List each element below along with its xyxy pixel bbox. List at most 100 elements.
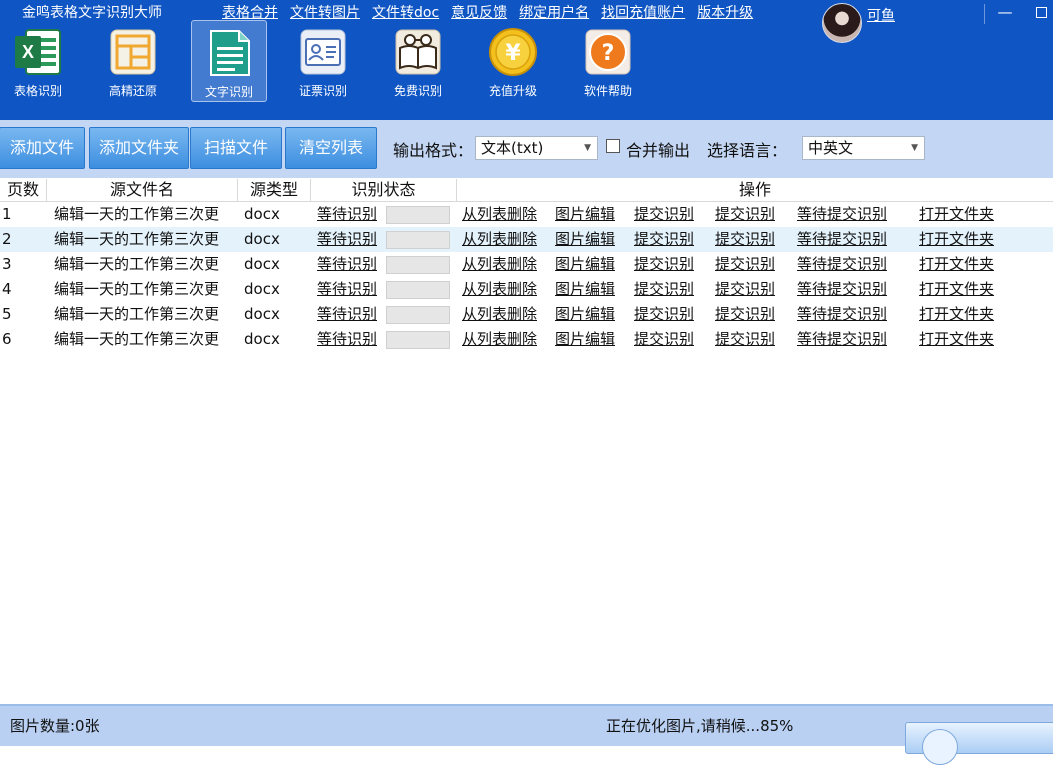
waiting-submit-link[interactable]: 等待提交识别 (797, 302, 887, 327)
language-label: 选择语言： (707, 141, 788, 160)
avatar[interactable] (822, 3, 862, 43)
row-status-link[interactable]: 等待识别 (317, 202, 385, 227)
tool-id-recognition[interactable]: 证票识别 (286, 20, 360, 100)
row-file-name: 编辑一天的工作第三次更 (54, 330, 220, 348)
add-folder-button[interactable]: 添加文件夹 (89, 127, 189, 169)
edit-image-link[interactable]: 图片编辑 (555, 327, 615, 352)
open-folder-link[interactable]: 打开文件夹 (919, 202, 994, 227)
tool-label: 高精还原 (108, 84, 157, 98)
edit-image-link[interactable]: 图片编辑 (555, 202, 615, 227)
tool-precise-restore[interactable]: 高精还原 (96, 20, 170, 100)
row-status-link[interactable]: 等待识别 (317, 277, 385, 302)
submit-recognition-link-2[interactable]: 提交识别 (715, 277, 775, 302)
submit-recognition-link-2[interactable]: 提交识别 (715, 252, 775, 277)
waiting-submit-link[interactable]: 等待提交识别 (797, 227, 887, 252)
row-page-number: 6 (2, 330, 12, 348)
add-file-button[interactable]: 添加文件 (0, 127, 85, 169)
submit-recognition-link-2[interactable]: 提交识别 (715, 202, 775, 227)
status-bar: 图片数量:0张 正在优化图片,请稍候...85% (0, 704, 1053, 765)
submit-recognition-link[interactable]: 提交识别 (634, 277, 694, 302)
link-recover-account[interactable]: 找回充值账户 (601, 2, 685, 22)
tool-label: 软件帮助 (583, 84, 632, 98)
submit-recognition-link-2[interactable]: 提交识别 (715, 327, 775, 352)
maximize-button[interactable] (1026, 0, 1053, 26)
row-progress-bar (386, 206, 450, 224)
submit-recognition-link[interactable]: 提交识别 (634, 252, 694, 277)
row-progress-bar (386, 306, 450, 324)
edit-image-link[interactable]: 图片编辑 (555, 302, 615, 327)
row-status-link[interactable]: 等待识别 (317, 252, 385, 277)
link-file-to-image[interactable]: 文件转图片 (290, 2, 360, 22)
remove-from-list-link[interactable]: 从列表删除 (462, 227, 537, 252)
row-file-name: 编辑一天的工作第三次更 (54, 255, 220, 273)
column-actions[interactable]: 操作 (457, 179, 1053, 201)
waiting-submit-link[interactable]: 等待提交识别 (797, 327, 887, 352)
edit-image-link[interactable]: 图片编辑 (555, 227, 615, 252)
row-status-link[interactable]: 等待识别 (317, 227, 385, 252)
tool-free-recognition[interactable]: 免费识别 (381, 20, 455, 100)
tool-software-help[interactable]: ? 软件帮助 (571, 20, 645, 100)
row-status-link[interactable]: 等待识别 (317, 302, 385, 327)
tool-text-recognition[interactable]: 文字识别 (191, 20, 267, 102)
column-page[interactable]: 页数 (0, 179, 47, 201)
maximize-icon (1035, 7, 1047, 18)
username-link[interactable]: 可鱼 (867, 5, 895, 25)
tool-recharge-upgrade[interactable]: ¥ 充值升级 (476, 20, 550, 100)
submit-recognition-link[interactable]: 提交识别 (634, 202, 694, 227)
open-folder-link[interactable]: 打开文件夹 (919, 277, 994, 302)
row-file-type: docx (244, 305, 280, 323)
merge-output-label: 合并输出 (626, 141, 691, 160)
link-upgrade-version[interactable]: 版本升级 (697, 2, 753, 22)
table-row[interactable]: 5 编辑一天的工作第三次更 docx 等待识别 从列表删除 图片编辑 提交识别 提交识别 等待提… (0, 302, 1053, 327)
submit-recognition-link[interactable]: 提交识别 (634, 327, 694, 352)
open-folder-link[interactable]: 打开文件夹 (919, 302, 994, 327)
merge-output-checkbox[interactable] (606, 139, 620, 153)
row-status-link[interactable]: 等待识别 (317, 327, 385, 352)
corner-knob (922, 729, 958, 765)
language-select[interactable]: 中英文 ▼ (802, 136, 925, 160)
window-divider (984, 4, 985, 24)
submit-recognition-link-2[interactable]: 提交识别 (715, 227, 775, 252)
link-feedback[interactable]: 意见反馈 (451, 2, 507, 22)
row-page-number: 2 (2, 230, 12, 248)
help-icon: ? (585, 29, 631, 75)
table-row[interactable]: 1 编辑一天的工作第三次更 docx 等待识别 从列表删除 图片编辑 提交识别 提交识别 等待提… (0, 202, 1053, 227)
minimize-button[interactable]: — (990, 0, 1020, 26)
remove-from-list-link[interactable]: 从列表删除 (462, 252, 537, 277)
open-folder-link[interactable]: 打开文件夹 (919, 227, 994, 252)
remove-from-list-link[interactable]: 从列表删除 (462, 327, 537, 352)
table-row[interactable]: 6 编辑一天的工作第三次更 docx 等待识别 从列表删除 图片编辑 提交识别 提交识别 等待提… (0, 327, 1053, 352)
link-bind-username[interactable]: 绑定用户名 (519, 2, 589, 22)
remove-from-list-link[interactable]: 从列表删除 (462, 302, 537, 327)
remove-from-list-link[interactable]: 从列表删除 (462, 202, 537, 227)
tool-table-recognition[interactable]: X 表格识别 (1, 20, 75, 100)
svg-text:?: ? (602, 41, 615, 66)
remove-from-list-link[interactable]: 从列表删除 (462, 277, 537, 302)
column-source-type[interactable]: 源类型 (238, 179, 311, 201)
waiting-submit-link[interactable]: 等待提交识别 (797, 202, 887, 227)
clear-list-button[interactable]: 清空列表 (285, 127, 377, 169)
submit-recognition-link[interactable]: 提交识别 (634, 227, 694, 252)
waiting-submit-link[interactable]: 等待提交识别 (797, 277, 887, 302)
table-row[interactable]: 2 编辑一天的工作第三次更 docx 等待识别 从列表删除 图片编辑 提交识别 提交识别 等待提… (0, 227, 1053, 252)
image-count: 图片数量:0张 (10, 717, 100, 735)
column-source-file[interactable]: 源文件名 (47, 179, 238, 201)
progress-status: 正在优化图片,请稍候...85% (606, 717, 794, 735)
table-row[interactable]: 4 编辑一天的工作第三次更 docx 等待识别 从列表删除 图片编辑 提交识别 提交识别 等待提… (0, 277, 1053, 302)
open-folder-link[interactable]: 打开文件夹 (919, 252, 994, 277)
scan-file-button[interactable]: 扫描文件 (190, 127, 282, 169)
id-card-icon (300, 29, 346, 75)
table-row[interactable]: 3 编辑一天的工作第三次更 docx 等待识别 从列表删除 图片编辑 提交识别 提交识别 等待提… (0, 252, 1053, 277)
edit-image-link[interactable]: 图片编辑 (555, 252, 615, 277)
waiting-submit-link[interactable]: 等待提交识别 (797, 252, 887, 277)
row-page-number: 4 (2, 280, 12, 298)
corner-button[interactable] (905, 722, 1053, 765)
link-table-merge[interactable]: 表格合并 (222, 2, 278, 22)
link-file-to-doc[interactable]: 文件转doc (372, 2, 439, 22)
column-status[interactable]: 识别状态 (311, 179, 457, 201)
submit-recognition-link[interactable]: 提交识别 (634, 302, 694, 327)
open-folder-link[interactable]: 打开文件夹 (919, 327, 994, 352)
submit-recognition-link-2[interactable]: 提交识别 (715, 302, 775, 327)
edit-image-link[interactable]: 图片编辑 (555, 277, 615, 302)
output-format-select[interactable]: 文本(txt) ▼ (475, 136, 598, 160)
